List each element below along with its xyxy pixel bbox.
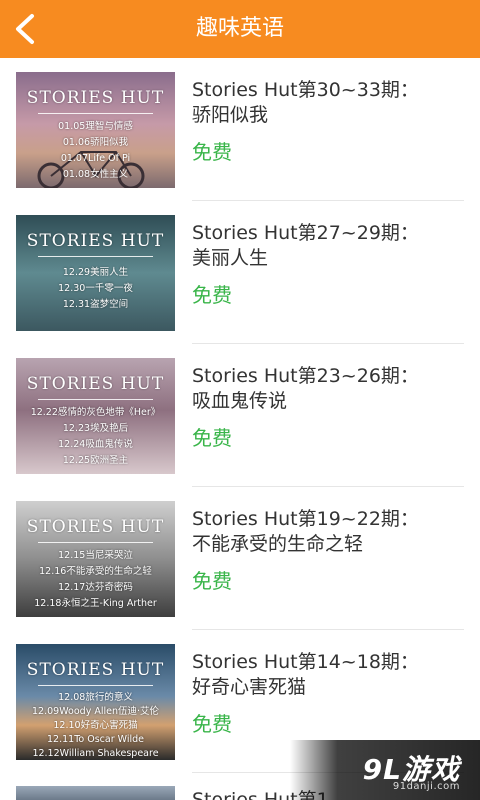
episode-line: 12.11To Oscar Wilde	[47, 734, 144, 745]
course-title: Stories Hut第14~18期： 好奇心害死猫	[192, 650, 462, 700]
course-title: Stories Hut第19~22期： 不能承受的生命之轻	[192, 507, 462, 557]
episode-line: 01.08女性主义	[62, 169, 129, 180]
episode-line: 12.24吸血鬼传说	[58, 439, 133, 450]
divider-line	[38, 542, 153, 543]
thumbnail-episode-list: 12.22感情的灰色地带《Her》 12.23埃及艳后 12.24吸血鬼传说 1…	[16, 405, 175, 469]
episode-line: 12.08旅行的意义	[58, 692, 133, 703]
thumbnail-brand: STORIES HUT	[26, 660, 165, 680]
course-title-line2: 好奇心害死猫	[192, 676, 307, 698]
thumbnail-brand: STORIES HUT	[26, 374, 165, 394]
page-title: 趣味英语	[195, 16, 284, 41]
course-title-line2: 不能承受的生命之轻	[192, 533, 364, 555]
course-title-line1: Stories Hut第19~22期：	[192, 508, 419, 530]
episode-line: 12.30一千零一夜	[58, 283, 133, 294]
episode-line: 01.07Life Of Pi	[60, 153, 131, 164]
thumbnail-brand: STORIES HUT	[26, 517, 165, 537]
thumbnail-episode-list: 12.29美丽人生 12.30一千零一夜 12.31盗梦空间	[16, 265, 175, 313]
course-thumbnail: STORIES HUT 12.15当尼采哭泣 12.16不能承受的生命之轻 12…	[16, 501, 175, 617]
episode-line: 01.06骄阳似我	[62, 137, 129, 148]
course-title-line2: 美丽人生	[192, 247, 269, 269]
list-item[interactable]: STORIES HUT 12.22感情的灰色地带《Her》 12.23埃及艳后 …	[0, 344, 480, 487]
list-item[interactable]: STORIES HUT 12.15当尼采哭泣 12.16不能承受的生命之轻 12…	[0, 487, 480, 630]
course-title-line2: 骄阳似我	[192, 104, 269, 126]
list-item[interactable]: STORIES HUT 12.29美丽人生 12.30一千零一夜 12.31盗梦…	[0, 201, 480, 344]
episode-line: 12.09Woody Allen伍迪·艾伦	[32, 706, 159, 717]
episode-line: 12.17达芬奇密码	[58, 582, 133, 593]
course-title-line1: Stories Hut第30~33期：	[192, 79, 419, 101]
thumbnail-episode-list: 01.05理智与情感 01.06骄阳似我 01.07Life Of Pi 01.…	[16, 119, 175, 183]
course-thumbnail: STORIES HUT 12.08旅行的意义 12.09Woody Allen伍…	[16, 644, 175, 760]
thumbnail-brand: STORIES HUT	[26, 231, 165, 251]
top-app-bar: 趣味英语	[0, 0, 480, 58]
price-label: 免费	[192, 140, 232, 164]
divider-line	[38, 113, 153, 114]
thumbnail-episode-list: 12.15当尼采哭泣 12.16不能承受的生命之轻 12.17达芬奇密码 12.…	[16, 548, 175, 612]
course-thumbnail: STORIES HUT 12.29美丽人生 12.30一千零一夜 12.31盗梦…	[16, 215, 175, 331]
thumbnail-brand: STORIES HUT	[26, 88, 165, 108]
course-thumbnail	[16, 786, 175, 800]
course-title: Stories Hut第30~33期： 骄阳似我	[192, 78, 462, 128]
episode-line: 12.10好奇心害死猫	[53, 720, 138, 731]
course-thumbnail: STORIES HUT 01.05理智与情感 01.06骄阳似我 01.07Li…	[16, 72, 175, 188]
episode-line: 12.12William Shakespeare	[32, 748, 159, 759]
episode-line: 12.23埃及艳后	[62, 423, 129, 434]
episode-line: 12.15当尼采哭泣	[58, 550, 133, 561]
price-label: 免费	[192, 712, 232, 736]
list-item[interactable]: STORIES HUT 01.05理智与情感 01.06骄阳似我 01.07Li…	[0, 58, 480, 201]
episode-line: 12.25欧洲圣主	[62, 455, 129, 466]
price-label: 免费	[192, 283, 232, 307]
divider-line	[38, 685, 153, 686]
course-title: Stories Hut第27~29期： 美丽人生	[192, 221, 462, 271]
episode-line: 12.22感情的灰色地带《Her》	[30, 407, 161, 418]
divider-line	[38, 256, 153, 257]
course-title-line1: Stories Hut第27~29期：	[192, 222, 419, 244]
watermark-url: 91danji.com	[392, 781, 460, 792]
course-title-line1: Stories Hut第14~18期：	[192, 651, 419, 673]
course-title: Stories Hut第23~26期： 吸血鬼传说	[192, 364, 462, 414]
episode-line: 01.05理智与情感	[58, 121, 133, 132]
episode-line: 12.18永恒之王-King Arther	[34, 598, 157, 609]
episode-line: 12.16不能承受的生命之轻	[39, 566, 152, 577]
episode-line: 12.29美丽人生	[62, 267, 129, 278]
price-label: 免费	[192, 426, 232, 450]
course-thumbnail: STORIES HUT 12.22感情的灰色地带《Her》 12.23埃及艳后 …	[16, 358, 175, 474]
episode-line: 12.31盗梦空间	[62, 299, 129, 310]
course-title-line2: 吸血鬼传说	[192, 390, 288, 412]
course-title-line1: Stories Hut第23~26期：	[192, 365, 419, 387]
price-label: 免费	[192, 569, 232, 593]
thumbnail-episode-list: 12.08旅行的意义 12.09Woody Allen伍迪·艾伦 12.10好奇…	[16, 691, 175, 760]
divider-line	[38, 399, 153, 400]
